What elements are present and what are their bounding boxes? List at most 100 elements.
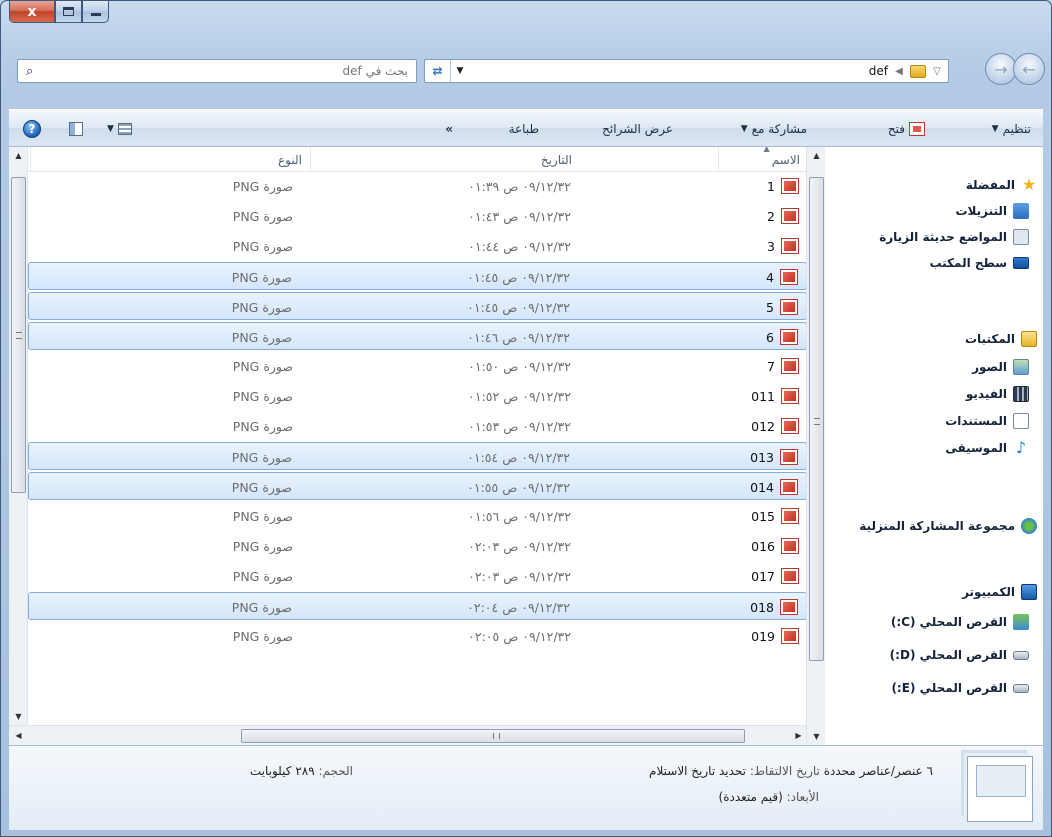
table-row[interactable]: 3 ٠٩/١٢/٣٢ ص ٠١:٤٤ صورة PNG <box>28 232 807 260</box>
nav-pane-scrollbar[interactable]: ▲ ▼ <box>806 147 825 745</box>
file-name-cell[interactable]: 019 <box>649 622 799 650</box>
nav-item-downloads[interactable]: التنزيلات <box>955 200 1029 222</box>
scrollbar-thumb[interactable] <box>809 177 824 661</box>
scroll-down-icon[interactable]: ▼ <box>807 728 826 745</box>
file-name-cell[interactable]: 012 <box>649 412 799 440</box>
file-name-cell[interactable]: 2 <box>649 202 799 230</box>
date-taken-value[interactable]: تحديد تاريخ الاستلام <box>649 764 746 778</box>
scrollbar-thumb[interactable] <box>11 177 26 493</box>
nav-item-drive-c[interactable]: القرص المحلي (C:) <box>891 611 1029 633</box>
table-row[interactable]: 015 ٠٩/١٢/٣٢ ص ٠١:٥٦ صورة PNG <box>28 502 807 530</box>
table-row[interactable]: 5 ٠٩/١٢/٣٢ ص ٠١:٤٥ صورة PNG <box>28 292 807 320</box>
documents-icon <box>1013 413 1029 429</box>
nav-item-label: الموسيقى <box>945 441 1007 455</box>
scroll-down-icon[interactable]: ▼ <box>9 708 28 725</box>
nav-item-homegroup[interactable]: مجموعة المشاركة المنزلية <box>859 515 1037 537</box>
print-button[interactable]: طباعة <box>509 119 539 139</box>
close-button[interactable]: x <box>9 1 55 23</box>
nav-item-recent-places[interactable]: المواضع حديثة الزيارة <box>879 226 1029 248</box>
nav-item-computer[interactable]: الكمبيوتر <box>962 581 1037 603</box>
selection-count: ٦ عنصر/عناصر محددة <box>823 764 933 778</box>
file-name-cell[interactable]: 4 <box>648 263 798 291</box>
nav-item-favorites[interactable]: ★ المفضلة <box>966 174 1037 196</box>
search-box[interactable]: ⌕ <box>17 59 417 83</box>
open-label: فتح <box>887 122 905 136</box>
nav-item-pictures[interactable]: الصور <box>972 356 1029 378</box>
table-row[interactable]: 7 ٠٩/١٢/٣٢ ص ٠١:٥٠ صورة PNG <box>28 352 807 380</box>
chevron-down-icon[interactable]: ▽ <box>930 66 944 77</box>
scroll-up-icon[interactable]: ▲ <box>9 147 28 164</box>
horizontal-scrollbar-thumb[interactable] <box>241 729 745 743</box>
column-header-date[interactable]: التاريخ <box>310 147 580 172</box>
file-type: صورة PNG <box>231 269 292 285</box>
png-image-icon <box>781 388 799 404</box>
nav-item-label: القرص المحلي (D:) <box>889 648 1007 662</box>
table-row[interactable]: 017 ٠٩/١٢/٣٢ ص ٠٢:٠٣ صورة PNG <box>28 562 807 590</box>
file-type: صورة PNG <box>232 568 293 584</box>
table-row[interactable]: 012 ٠٩/١٢/٣٢ ص ٠١:٥٣ صورة PNG <box>28 412 807 440</box>
column-header-type[interactable]: النوع <box>30 147 310 172</box>
share-with-button[interactable]: مشاركة مع ▼ <box>741 119 807 139</box>
file-name-cell[interactable]: 1 <box>649 172 799 200</box>
preview-pane-button[interactable] <box>69 119 83 139</box>
file-name-cell[interactable]: 3 <box>649 232 799 260</box>
file-type: صورة PNG <box>232 388 293 404</box>
change-view-button[interactable]: ▼ <box>107 119 132 139</box>
caret-down-icon[interactable]: ▼ <box>107 124 114 134</box>
file-name-cell[interactable]: 014 <box>648 473 798 501</box>
breadcrumb-chevron-icon[interactable]: ◀ <box>892 66 906 77</box>
table-row[interactable]: 4 ٠٩/١٢/٣٢ ص ٠١:٤٥ صورة PNG <box>28 262 807 290</box>
file-name-cell[interactable]: 5 <box>648 293 798 321</box>
file-name-cell[interactable]: 017 <box>649 562 799 590</box>
column-header-date-label: التاريخ <box>540 152 572 167</box>
file-name: 1 <box>767 178 775 194</box>
table-row[interactable]: 1 ٠٩/١٢/٣٢ ص ٠١:٣٩ صورة PNG <box>28 172 807 200</box>
nav-item-music[interactable]: ♪ الموسيقى <box>945 437 1029 459</box>
address-bar[interactable]: ⇄ ▼ def ◀ ▽ <box>424 59 949 83</box>
search-icon[interactable]: ⌕ <box>26 64 33 79</box>
table-row[interactable]: 018 ٠٩/١٢/٣٢ ص ٠٢:٠٤ صورة PNG <box>28 592 807 620</box>
open-button[interactable]: فتح <box>888 119 925 139</box>
address-history-dropdown[interactable]: ▼ <box>451 66 469 76</box>
table-row[interactable]: 6 ٠٩/١٢/٣٢ ص ٠١:٤٦ صورة PNG <box>28 322 807 350</box>
file-name: 017 <box>751 568 775 584</box>
scroll-up-icon[interactable]: ▲ <box>807 147 826 164</box>
table-row[interactable]: 2 ٠٩/١٢/٣٢ ص ٠١:٤٣ صورة PNG <box>28 202 807 230</box>
table-row[interactable]: 011 ٠٩/١٢/٣٢ ص ٠١:٥٢ صورة PNG <box>28 382 807 410</box>
forward-arrow-icon: → <box>994 59 1008 79</box>
back-button[interactable]: ← <box>1013 53 1045 85</box>
file-name-cell[interactable]: 7 <box>649 352 799 380</box>
slideshow-button[interactable]: عرض الشرائح <box>602 119 673 139</box>
file-list-vertical-scrollbar[interactable]: ▲ ▼ <box>9 147 28 725</box>
file-type: صورة PNG <box>232 178 293 194</box>
table-row[interactable]: 014 ٠٩/١٢/٣٢ ص ٠١:٥٥ صورة PNG <box>28 472 807 500</box>
file-name-cell[interactable]: 013 <box>648 443 798 471</box>
nav-item-drive-d[interactable]: القرص المحلي (D:) <box>890 644 1029 666</box>
more-commands-button[interactable]: » <box>445 119 453 139</box>
table-row[interactable]: 019 ٠٩/١٢/٣٢ ص ٠٢:٠٥ صورة PNG <box>28 622 807 650</box>
file-name-cell[interactable]: 016 <box>649 532 799 560</box>
nav-item-libraries[interactable]: المكتبات <box>965 328 1037 350</box>
nav-item-desktop[interactable]: سطح المكتب <box>929 252 1029 274</box>
file-name-cell[interactable]: 011 <box>649 382 799 410</box>
refresh-icon[interactable]: ⇄ <box>425 60 451 82</box>
file-list-horizontal-scrollbar[interactable]: ◀ ▶ <box>9 725 808 745</box>
organize-button[interactable]: تنظيم ▼ <box>992 119 1031 139</box>
file-name-cell[interactable]: 015 <box>649 502 799 530</box>
file-name-cell[interactable]: 018 <box>648 593 798 621</box>
nav-item-videos[interactable]: الفيديو <box>966 383 1029 405</box>
table-row[interactable]: 016 ٠٩/١٢/٣٢ ص ٠٢:٠٣ صورة PNG <box>28 532 807 560</box>
minimize-button[interactable] <box>82 1 109 23</box>
table-row[interactable]: 013 ٠٩/١٢/٣٢ ص ٠١:٥٤ صورة PNG <box>28 442 807 470</box>
nav-item-drive-e[interactable]: القرص المحلي (E:) <box>891 677 1029 699</box>
file-name-cell[interactable]: 6 <box>648 323 798 351</box>
column-header-name[interactable]: ▲ الاسم <box>718 147 808 172</box>
breadcrumb-item-def[interactable]: def <box>869 64 888 78</box>
caret-down-icon: ▼ <box>740 124 748 134</box>
nav-item-label: المستندات <box>945 414 1007 428</box>
scroll-left-icon[interactable]: ◀ <box>9 727 28 744</box>
search-input[interactable] <box>33 64 408 78</box>
nav-item-documents[interactable]: المستندات <box>945 410 1029 432</box>
maximize-button[interactable] <box>55 1 82 23</box>
help-button[interactable]: ? <box>23 119 41 139</box>
